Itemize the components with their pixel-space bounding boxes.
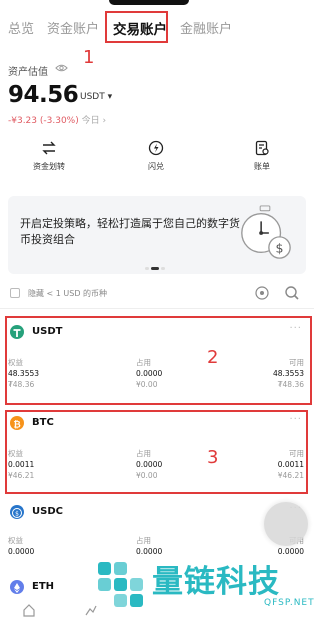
filter-row: 隐藏 < 1 USD 的币种 [8,285,306,301]
annotation-box-3 [5,410,308,494]
hide-small-balances-label: 隐藏 < 1 USD 的币种 [28,289,108,298]
transfer-label: 资金划转 [33,162,65,171]
asset-valuation-label: 资产估值 [8,67,48,78]
floating-assist-button[interactable] [264,502,308,546]
tab-funding-account[interactable]: 资金账户 [47,18,99,37]
usdc-logo-icon: $ [10,505,24,519]
camera-notch [109,0,189,5]
daily-change-value: -¥3.23 (-3.30%) [8,116,79,126]
clock-coin-illustration: $ [241,205,291,259]
watermark-logo-icon [98,562,143,607]
watermark-subtitle: QFSP.NET [264,598,315,608]
divider [0,308,314,309]
pagination-dot [145,267,149,270]
pagination-dot-active [151,267,159,270]
annotation-number-2: 2 [207,347,219,368]
daily-change-period: 今日 › [81,116,107,126]
bill-icon [255,140,269,156]
bill-label: 账单 [254,162,270,171]
flash-swap-icon [148,140,164,156]
flash-swap-button[interactable]: 闪兑 [126,140,186,172]
total-balance: 94.56 [8,82,79,108]
banner-text: 开启定投策略，轻松打造属于您自己的数字货币投资组合 [20,217,240,246]
bill-button[interactable]: 账单 [232,140,292,172]
tab-finance-account[interactable]: 金融账户 [180,18,232,37]
coin-name: ETH [32,581,55,592]
ethereum-logo-icon [10,580,24,594]
watermark-title: 量链科技 [152,564,280,600]
search-icon[interactable] [284,285,300,301]
equity-label: 权益 [8,536,23,545]
hide-small-balances-checkbox[interactable] [10,288,20,298]
annotation-box-2 [5,316,312,405]
daily-change[interactable]: -¥3.23 (-3.30%) 今日 › [8,113,106,126]
svg-text:$: $ [15,511,19,518]
watermark: 量链科技 QFSP.NET [88,556,314,616]
target-icon[interactable] [254,285,270,301]
banner-pagination [145,258,167,270]
svg-text:$: $ [276,240,284,255]
transfer-icon [42,141,56,155]
equity-column: 权益 0.0000 [8,535,34,557]
occupied-column: 占用 0.0000 [136,535,162,557]
tab-overview[interactable]: 总览 [8,18,34,37]
coin-name: USDC [32,506,63,517]
equity-value: 0.0000 [8,547,35,556]
home-icon[interactable] [22,603,36,617]
balance-unit-dropdown[interactable]: USDT ▾ [80,92,112,102]
promo-banner[interactable]: 开启定投策略，轻松打造属于您自己的数字货币投资组合 $ [8,196,306,274]
annotation-number-3: 3 [207,447,219,468]
transfer-button[interactable]: 资金划转 [19,140,79,172]
eye-icon[interactable] [55,63,68,73]
flash-swap-label: 闪兑 [148,162,164,171]
annotation-number-1: 1 [83,47,95,68]
quick-actions: 资金划转 闪兑 账单 [0,140,314,180]
occupied-label: 占用 [136,536,151,545]
pagination-dot [161,267,165,270]
annotation-box-1 [105,11,168,43]
